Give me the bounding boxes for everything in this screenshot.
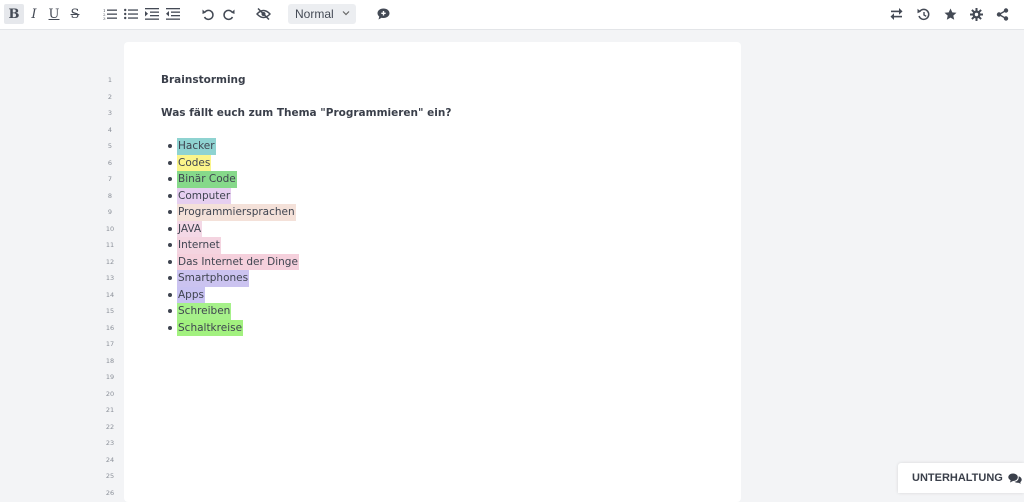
bullet-list-button[interactable] [121,4,141,24]
comment-icon [377,8,389,20]
line-number: 23 [105,439,115,447]
redo-button[interactable] [218,4,238,24]
italic-button[interactable]: I [24,4,44,24]
highlighted-text: Internet [177,237,221,254]
indent-icon [145,8,159,20]
list-item: Hacker [161,138,721,155]
undo-icon [202,9,214,20]
outdent-button[interactable] [163,4,183,24]
line-number: 20 [105,389,115,398]
list-item: JAVA [161,220,721,237]
line-number: 10 [105,224,115,233]
line-number: 6 [107,158,113,167]
ordered-list-icon: 123 [103,8,117,20]
highlighted-text: Schaltkreise [177,319,244,336]
line-number: 22 [105,422,115,431]
undo-button[interactable] [198,4,218,24]
list-item: Codes [161,154,721,171]
line-number: 1 [107,76,113,84]
line-number: 21 [105,406,115,414]
bold-button[interactable]: B [4,4,24,24]
line-number: 24 [105,455,115,464]
italic-icon: I [31,6,37,22]
list-item: Apps [161,286,721,303]
line-number: 13 [105,274,115,282]
highlighted-text: Smartphones [177,270,250,287]
document-heading: Brainstorming [161,74,246,86]
highlighted-text: Computer [177,187,232,204]
bullet-list-icon [124,8,138,20]
indent-button[interactable] [142,4,162,24]
list-item: Das Internet der Dinge [161,253,721,270]
highlighted-text: Das Internet der Dinge [177,253,299,270]
svg-text:3: 3 [103,16,106,20]
bold-icon: B [8,6,20,22]
ordered-list-button[interactable]: 123 [100,4,120,24]
list-item: Schaltkreise [161,319,721,336]
gear-icon [969,7,983,21]
star-icon [944,8,956,20]
list-item: Binär Code [161,171,721,188]
format-select-value: Normal [295,7,334,21]
line-number: 18 [105,356,115,365]
share-button[interactable] [992,4,1012,24]
swap-button[interactable] [886,4,906,24]
line-number: 11 [105,241,115,249]
line-number: 3 [107,109,113,117]
highlighted-text: Codes [177,154,212,171]
chat-bubbles-icon [1008,473,1022,484]
editor-toolbar: B I U S 123 Normal [0,0,1024,30]
underline-icon: U [48,6,60,22]
line-number: 12 [105,257,115,266]
list-item: Schreiben [161,303,721,320]
highlighted-text: Apps [177,286,205,303]
empty-line [161,122,721,139]
list-item: Computer [161,187,721,204]
history-button[interactable] [913,4,933,24]
favorite-button[interactable] [940,4,960,24]
line-number: 15 [105,307,115,315]
list-item: Smartphones [161,270,721,287]
hide-button[interactable] [253,4,273,24]
line-number: 19 [105,373,115,381]
document-body[interactable]: Brainstorming Was fällt euch zum Thema "… [161,72,721,336]
line-number: 14 [105,290,115,299]
line-number: 25 [105,472,115,480]
share-icon [996,7,1008,21]
list-item: Internet [161,237,721,254]
line-number: 17 [105,340,115,348]
list-item: Programmiersprachen [161,204,721,221]
brainstorm-list: Hacker Codes Binär Code Computer Programmier… [161,138,721,336]
line-number: 9 [107,208,113,216]
conversation-label: UNTERHALTUNG [912,472,1003,484]
line-number: 2 [107,92,113,101]
line-number-gutter: 1 2 3 4 5 6 7 8 9 10 11 12 13 14 15 16 17 18 19 20 21 22 23 24 2… [100,72,120,501]
strikethrough-button[interactable]: S [65,4,85,24]
highlighted-text: Hacker [177,138,216,155]
swap-icon [890,8,902,20]
line-number: 4 [107,125,113,134]
format-select[interactable]: Normal [288,4,356,24]
document-question: Was fällt euch zum Thema "Programmieren"… [161,107,452,119]
line-number: 7 [107,175,113,183]
highlighted-text: JAVA [177,220,203,237]
line-number: 16 [105,323,115,332]
highlighted-text: Programmiersprachen [177,204,296,221]
underline-button[interactable]: U [44,4,64,24]
history-icon [917,8,929,20]
conversation-tab[interactable]: UNTERHALTUNG 0 [898,463,1024,493]
settings-button[interactable] [966,4,986,24]
redo-icon [222,9,234,20]
line-number: 8 [107,191,113,200]
highlighted-text: Schreiben [177,303,232,320]
hide-icon [255,8,271,20]
strikethrough-icon: S [70,6,80,22]
highlighted-text: Binär Code [177,171,237,188]
chevron-down-icon [342,11,350,16]
outdent-icon [166,8,180,20]
line-number: 5 [107,142,113,150]
comment-button[interactable] [373,4,393,24]
empty-line [161,89,721,106]
